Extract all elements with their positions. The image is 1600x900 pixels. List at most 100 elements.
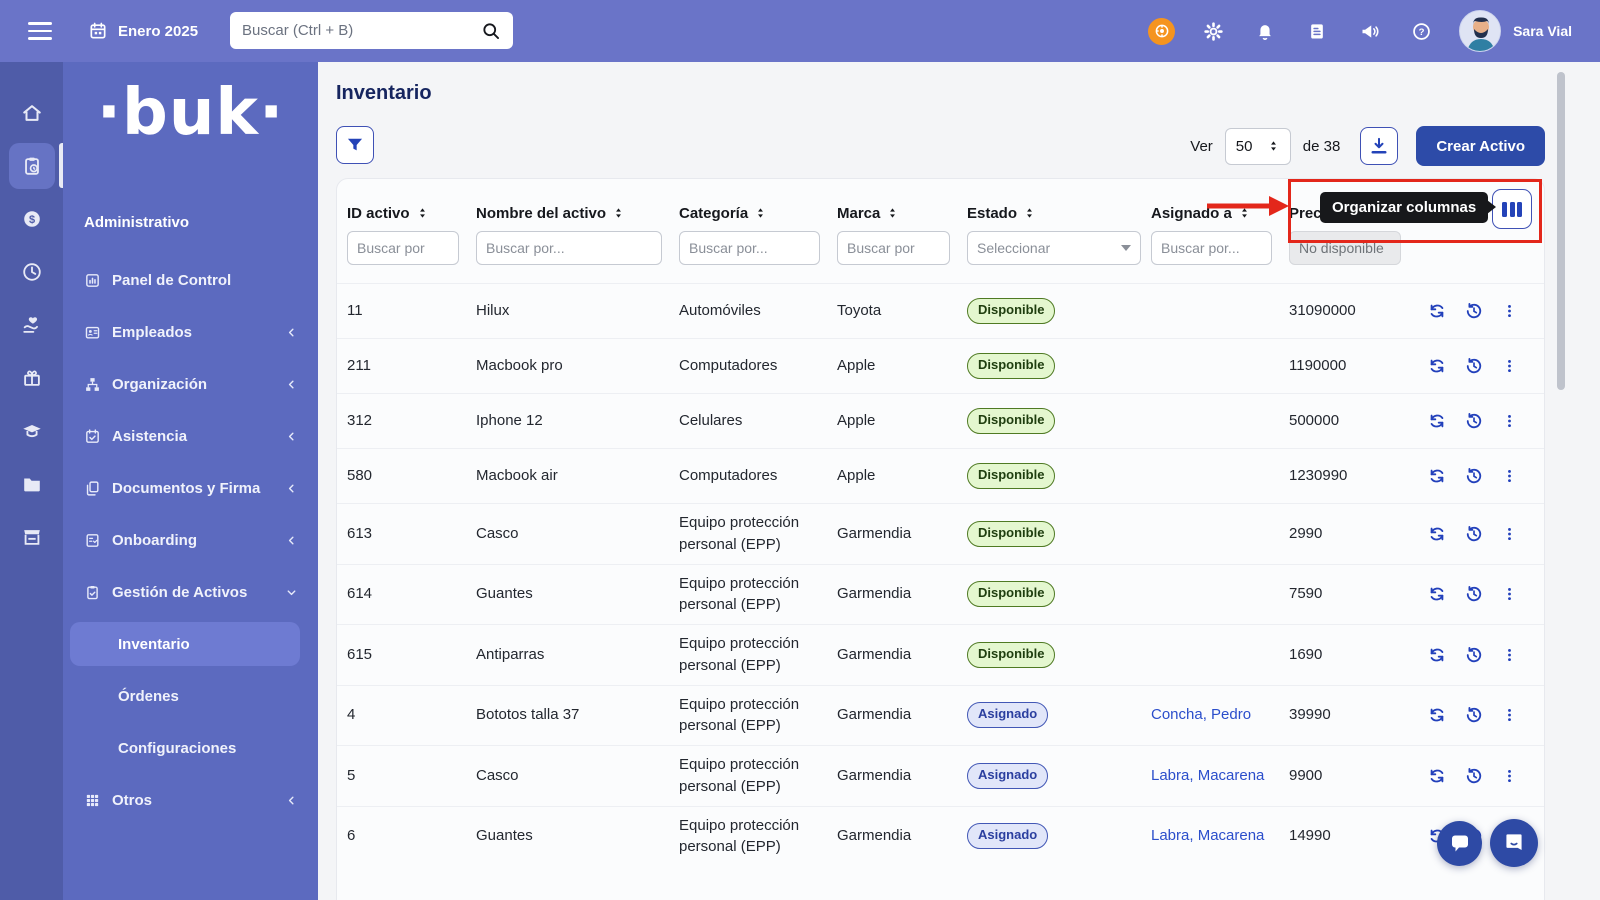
change-status-icon[interactable] <box>1427 766 1447 786</box>
change-status-icon[interactable] <box>1427 466 1447 486</box>
announcements-megaphone-icon[interactable] <box>1355 17 1383 45</box>
sort-icon[interactable] <box>416 206 429 220</box>
rail-marketplace-icon[interactable] <box>0 510 63 563</box>
change-status-icon[interactable] <box>1427 301 1447 321</box>
sidebar-subitem-ordenes[interactable]: Órdenes <box>63 670 318 722</box>
history-icon[interactable] <box>1464 356 1484 376</box>
table-row[interactable]: 6 Guantes Equipo protección personal (EP… <box>337 806 1544 867</box>
change-status-icon[interactable] <box>1427 524 1447 544</box>
cell-assigned-link[interactable] <box>1151 647 1289 663</box>
export-download-button[interactable] <box>1360 127 1398 165</box>
rail-rewards-icon[interactable] <box>0 351 63 404</box>
column-header-estado[interactable]: Estado <box>967 205 1151 222</box>
rail-asset-management-icon[interactable] <box>0 139 63 192</box>
cell-assigned-link[interactable] <box>1151 468 1289 484</box>
rail-training-icon[interactable] <box>0 404 63 457</box>
sort-icon[interactable] <box>1023 206 1036 220</box>
kebab-menu-icon[interactable] <box>1501 645 1518 665</box>
sidebar-item-organizacion[interactable]: Organización <box>63 358 318 410</box>
sidebar-item-gestion-de-activos[interactable]: Gestión de Activos <box>63 566 318 618</box>
kebab-menu-icon[interactable] <box>1501 584 1518 604</box>
kebab-menu-icon[interactable] <box>1501 356 1518 376</box>
rail-home-icon[interactable] <box>0 86 63 139</box>
kebab-menu-icon[interactable] <box>1501 524 1518 544</box>
help-icon[interactable] <box>1407 17 1435 45</box>
column-header-nombre[interactable]: Nombre del activo <box>476 205 679 222</box>
kebab-menu-icon[interactable] <box>1501 705 1518 725</box>
filter-input-nombre[interactable] <box>476 231 662 265</box>
table-row[interactable]: 615 Antiparras Equipo protección persona… <box>337 624 1544 685</box>
table-row[interactable]: 11 Hilux Automóviles Toyota Disponible 3… <box>337 283 1544 338</box>
filter-input-asignado[interactable] <box>1151 231 1272 265</box>
change-status-icon[interactable] <box>1427 645 1447 665</box>
cell-assigned-link[interactable]: Labra, Macarena <box>1151 757 1289 795</box>
sort-icon[interactable] <box>754 206 767 220</box>
sort-icon[interactable] <box>1238 206 1251 220</box>
cell-assigned-link[interactable] <box>1151 413 1289 429</box>
create-asset-button[interactable]: Crear Activo <box>1416 126 1545 166</box>
sidebar-item-documentos-y-firma[interactable]: Documentos y Firma <box>63 462 318 514</box>
history-icon[interactable] <box>1464 301 1484 321</box>
table-row[interactable]: 580 Macbook air Computadores Apple Dispo… <box>337 448 1544 503</box>
change-status-icon[interactable] <box>1427 584 1447 604</box>
sidebar-subitem-inventario[interactable]: Inventario <box>70 622 300 666</box>
sidebar-item-panel-de-control[interactable]: Panel de Control <box>63 254 318 306</box>
history-icon[interactable] <box>1464 766 1484 786</box>
sort-icon[interactable] <box>612 206 625 220</box>
history-icon[interactable] <box>1464 411 1484 431</box>
kebab-menu-icon[interactable] <box>1501 301 1518 321</box>
page-size-select[interactable]: 50 <box>1225 128 1291 165</box>
cell-assigned-link[interactable] <box>1151 586 1289 602</box>
rail-files-icon[interactable] <box>0 457 63 510</box>
filter-input-id[interactable] <box>347 231 459 265</box>
cell-assigned-link[interactable]: Concha, Pedro <box>1151 696 1289 734</box>
search-icon[interactable] <box>481 21 501 41</box>
filter-button[interactable] <box>336 126 374 164</box>
settings-gear-icon[interactable] <box>1199 17 1227 45</box>
kebab-menu-icon[interactable] <box>1501 766 1518 786</box>
history-icon[interactable] <box>1464 584 1484 604</box>
sort-icon[interactable] <box>886 206 899 220</box>
history-icon[interactable] <box>1464 524 1484 544</box>
rail-benefits-icon[interactable] <box>0 298 63 351</box>
table-row[interactable]: 613 Casco Equipo protección personal (EP… <box>337 503 1544 564</box>
chat-bubble-button[interactable] <box>1437 821 1482 866</box>
change-status-icon[interactable] <box>1427 356 1447 376</box>
notifications-bell-icon[interactable] <box>1251 17 1279 45</box>
history-icon[interactable] <box>1464 466 1484 486</box>
filter-select-estado[interactable]: Seleccionar <box>967 231 1141 265</box>
kebab-menu-icon[interactable] <box>1501 411 1518 431</box>
cell-assigned-link[interactable]: Labra, Macarena <box>1151 817 1289 855</box>
column-header-categoria[interactable]: Categoría <box>679 205 837 222</box>
rail-payroll-icon[interactable] <box>0 192 63 245</box>
cell-assigned-link[interactable] <box>1151 358 1289 374</box>
user-avatar[interactable] <box>1459 10 1501 52</box>
sidebar-item-onboarding[interactable]: Onboarding <box>63 514 318 566</box>
table-row[interactable]: 312 Iphone 12 Celulares Apple Disponible… <box>337 393 1544 448</box>
organize-columns-button[interactable] <box>1492 189 1532 229</box>
column-header-asignado[interactable]: Asignado a <box>1151 205 1289 222</box>
period-selector[interactable]: Enero 2025 <box>88 21 198 41</box>
table-row[interactable]: 4 Bototos talla 37 Equipo protección per… <box>337 685 1544 746</box>
kebab-menu-icon[interactable] <box>1501 466 1518 486</box>
hamburger-menu-icon[interactable] <box>28 22 52 40</box>
table-row[interactable]: 614 Guantes Equipo protección personal (… <box>337 564 1544 625</box>
sidebar-item-asistencia[interactable]: Asistencia <box>63 410 318 462</box>
table-row[interactable]: 211 Macbook pro Computadores Apple Dispo… <box>337 338 1544 393</box>
column-header-id[interactable]: ID activo <box>347 205 476 222</box>
assistant-icon[interactable] <box>1148 18 1175 45</box>
filter-input-categoria[interactable] <box>679 231 820 265</box>
history-icon[interactable] <box>1464 645 1484 665</box>
column-header-marca[interactable]: Marca <box>837 205 967 222</box>
search-input[interactable] <box>242 22 481 39</box>
change-status-icon[interactable] <box>1427 705 1447 725</box>
rail-time-icon[interactable] <box>0 245 63 298</box>
sidebar-subitem-configuraciones[interactable]: Configuraciones <box>63 722 318 774</box>
filter-input-marca[interactable] <box>837 231 950 265</box>
cell-assigned-link[interactable] <box>1151 303 1289 319</box>
sidebar-item-empleados[interactable]: Empleados <box>63 306 318 358</box>
sidebar-item-otros[interactable]: Otros <box>63 774 318 826</box>
news-icon[interactable] <box>1303 17 1331 45</box>
change-status-icon[interactable] <box>1427 411 1447 431</box>
help-center-button[interactable] <box>1490 819 1538 867</box>
